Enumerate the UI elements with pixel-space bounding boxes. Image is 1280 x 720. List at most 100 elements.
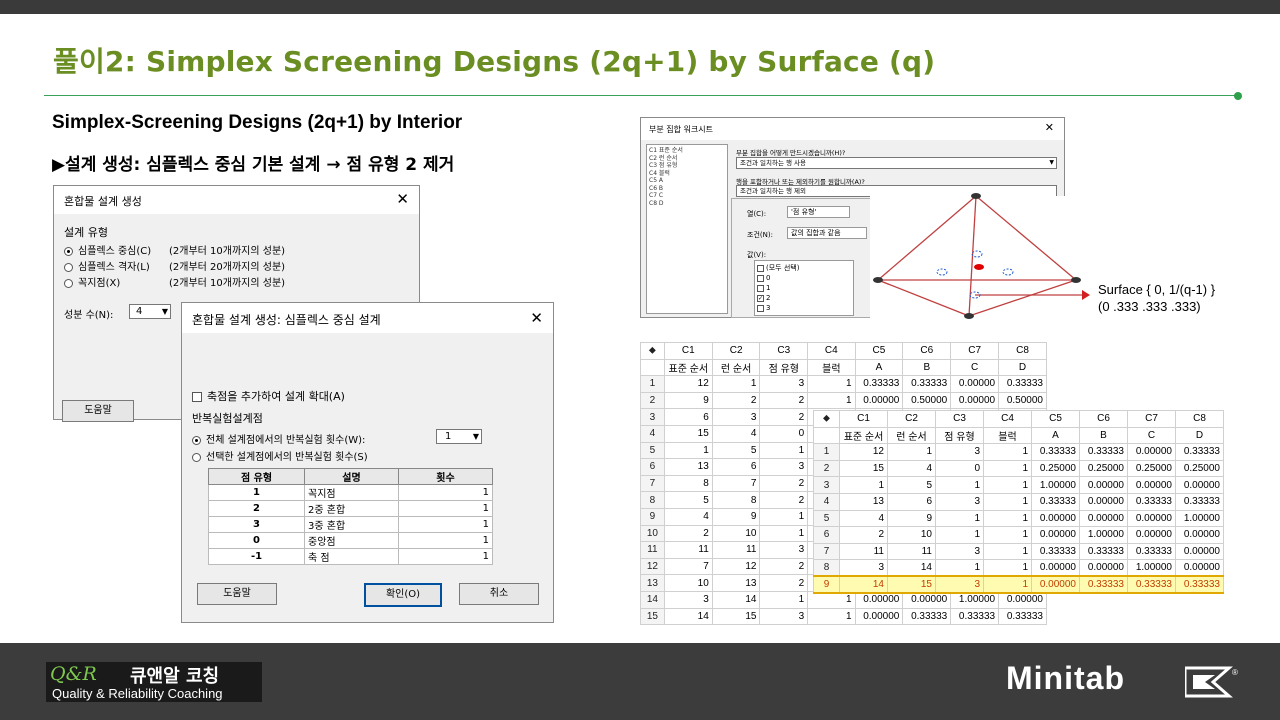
table-row[interactable]: -1 축 점1	[208, 548, 493, 565]
cell[interactable]: 2	[839, 526, 888, 544]
cell[interactable]: 0.33333	[854, 375, 904, 393]
cell[interactable]: 13	[663, 458, 713, 476]
table-row[interactable]: 2 15 4 0 1 0.25000 0.25000 0.25000 0.25000	[813, 459, 1224, 478]
column-name[interactable]: D	[1175, 426, 1224, 445]
cell[interactable]: 0.33333	[1175, 492, 1224, 511]
cell[interactable]: 7	[711, 474, 761, 493]
cell[interactable]: 0.25000	[1127, 459, 1176, 478]
radio-off-icon[interactable]	[192, 452, 201, 462]
row-number[interactable]: 1	[640, 375, 665, 393]
cell[interactable]: 9	[663, 391, 713, 410]
cell[interactable]: 0.00000	[1127, 443, 1176, 461]
close-icon[interactable]: ✕	[1045, 121, 1054, 134]
radio-simplex-centroid[interactable]: 심플렉스 중심(C)	[64, 242, 151, 257]
row-number[interactable]: 4	[640, 424, 665, 443]
row-number[interactable]: 15	[640, 607, 665, 626]
cell[interactable]: 15	[839, 459, 888, 478]
table-row[interactable]: 1 꼭지점 1	[208, 484, 493, 501]
column-id[interactable]: C4	[983, 410, 1032, 428]
cell[interactable]: 0.00000	[950, 375, 1000, 393]
cell[interactable]: 1	[807, 375, 856, 393]
cell[interactable]: 1	[759, 524, 809, 543]
dropdown-arrow-icon[interactable]: ▼	[1049, 158, 1054, 168]
cell[interactable]: 1	[983, 526, 1032, 544]
value-item[interactable]: (모두 선택)	[757, 263, 851, 273]
cell[interactable]: 3	[759, 375, 809, 393]
column-id[interactable]: C2	[711, 342, 761, 360]
cell[interactable]: 3	[935, 542, 984, 561]
column-id[interactable]: C5	[1031, 410, 1080, 428]
cell[interactable]: 1	[759, 507, 809, 526]
cell[interactable]: 14	[711, 590, 761, 609]
row-number[interactable]: 10	[640, 524, 665, 543]
cell[interactable]: 1	[663, 441, 713, 460]
column-item[interactable]: C4 블럭	[649, 170, 725, 178]
values-list[interactable]: (모두 선택) 0 1 ✓ 2 3	[754, 260, 854, 316]
cell[interactable]: 15	[711, 607, 761, 626]
row-number[interactable]: 7	[813, 542, 840, 561]
row-number[interactable]: 14	[640, 590, 665, 609]
cell[interactable]: 0.50000	[998, 391, 1047, 410]
cell[interactable]: 14	[663, 607, 713, 626]
rep-all-select[interactable]: 1 ▼	[436, 429, 482, 444]
cell[interactable]: 1	[983, 476, 1032, 494]
cell[interactable]: 2	[711, 391, 761, 410]
column-name[interactable]: 블럭	[983, 426, 1032, 445]
cell[interactable]: 0.33333	[998, 607, 1047, 626]
cell[interactable]: 0.33333	[1031, 443, 1080, 461]
cell[interactable]: 2	[759, 408, 809, 426]
cell[interactable]: 3	[759, 458, 809, 476]
column-item[interactable]: C5 A	[649, 177, 725, 185]
cell[interactable]: 0.25000	[1031, 459, 1080, 478]
condition-field[interactable]: 값의 집합과 같음	[787, 227, 867, 239]
cell[interactable]: 2	[663, 524, 713, 543]
column-id[interactable]: C8	[998, 342, 1047, 360]
column-id[interactable]: C5	[854, 342, 904, 360]
column-id[interactable]: C3	[759, 342, 809, 360]
row-number[interactable]: 6	[813, 526, 840, 544]
cell[interactable]: 0.33333	[1079, 443, 1128, 461]
dropdown-arrow-icon[interactable]: ▼	[473, 430, 479, 443]
column-id[interactable]: C6	[1079, 410, 1128, 428]
cell[interactable]: 0.33333	[1175, 575, 1224, 595]
radio-off-icon[interactable]	[64, 278, 73, 288]
cell[interactable]: 1	[983, 492, 1032, 511]
cell[interactable]: 0.00000	[950, 391, 1000, 410]
cell[interactable]: 1.00000	[1079, 526, 1128, 544]
cell[interactable]: 13	[839, 492, 888, 511]
cell[interactable]: 1	[807, 391, 856, 410]
cell[interactable]: 2	[759, 474, 809, 493]
row-number[interactable]: 5	[640, 441, 665, 460]
cell[interactable]: 3	[839, 559, 888, 577]
cell[interactable]: 0.00000	[854, 607, 904, 626]
table-row[interactable]: 4 13 6 3 1 0.33333 0.00000 0.33333 0.33333	[813, 492, 1224, 511]
column-field[interactable]: '점 유형'	[787, 206, 850, 218]
components-select[interactable]: 4 ▼	[129, 304, 171, 319]
cell[interactable]: 8	[663, 474, 713, 493]
table-row[interactable]: 1 12 1 3 1 0.33333 0.33333 0.00000 0.33333	[640, 375, 1047, 393]
cell[interactable]: 0.33333	[1031, 492, 1080, 511]
cell[interactable]: 3	[935, 443, 984, 461]
cell[interactable]: 0.33333	[1127, 492, 1176, 511]
cell[interactable]: 15	[663, 424, 713, 443]
cell[interactable]: 1	[983, 542, 1032, 561]
radio-on-icon[interactable]	[64, 246, 73, 256]
row-number[interactable]: 9	[640, 507, 665, 526]
cell[interactable]: 2	[759, 574, 809, 592]
checkbox-icon[interactable]	[757, 264, 764, 272]
cell[interactable]: 11	[711, 541, 761, 559]
cell[interactable]: 0.00000	[1079, 476, 1128, 494]
cell[interactable]: 4	[711, 424, 761, 443]
cell[interactable]: 14	[839, 575, 888, 595]
cell[interactable]: 1	[983, 575, 1032, 595]
cell[interactable]: 10	[887, 526, 936, 544]
cell[interactable]: 0.00000	[1127, 476, 1176, 494]
cell[interactable]: 1	[935, 509, 984, 528]
cell[interactable]: 0.33333	[902, 607, 952, 626]
cell[interactable]: 0.00000	[854, 391, 904, 410]
cell[interactable]: 0.00000	[1031, 575, 1080, 595]
cell[interactable]: 6	[663, 408, 713, 426]
cell[interactable]: 1	[839, 476, 888, 494]
cell[interactable]: 1	[935, 526, 984, 544]
cell[interactable]: 0.00000	[1175, 559, 1224, 577]
